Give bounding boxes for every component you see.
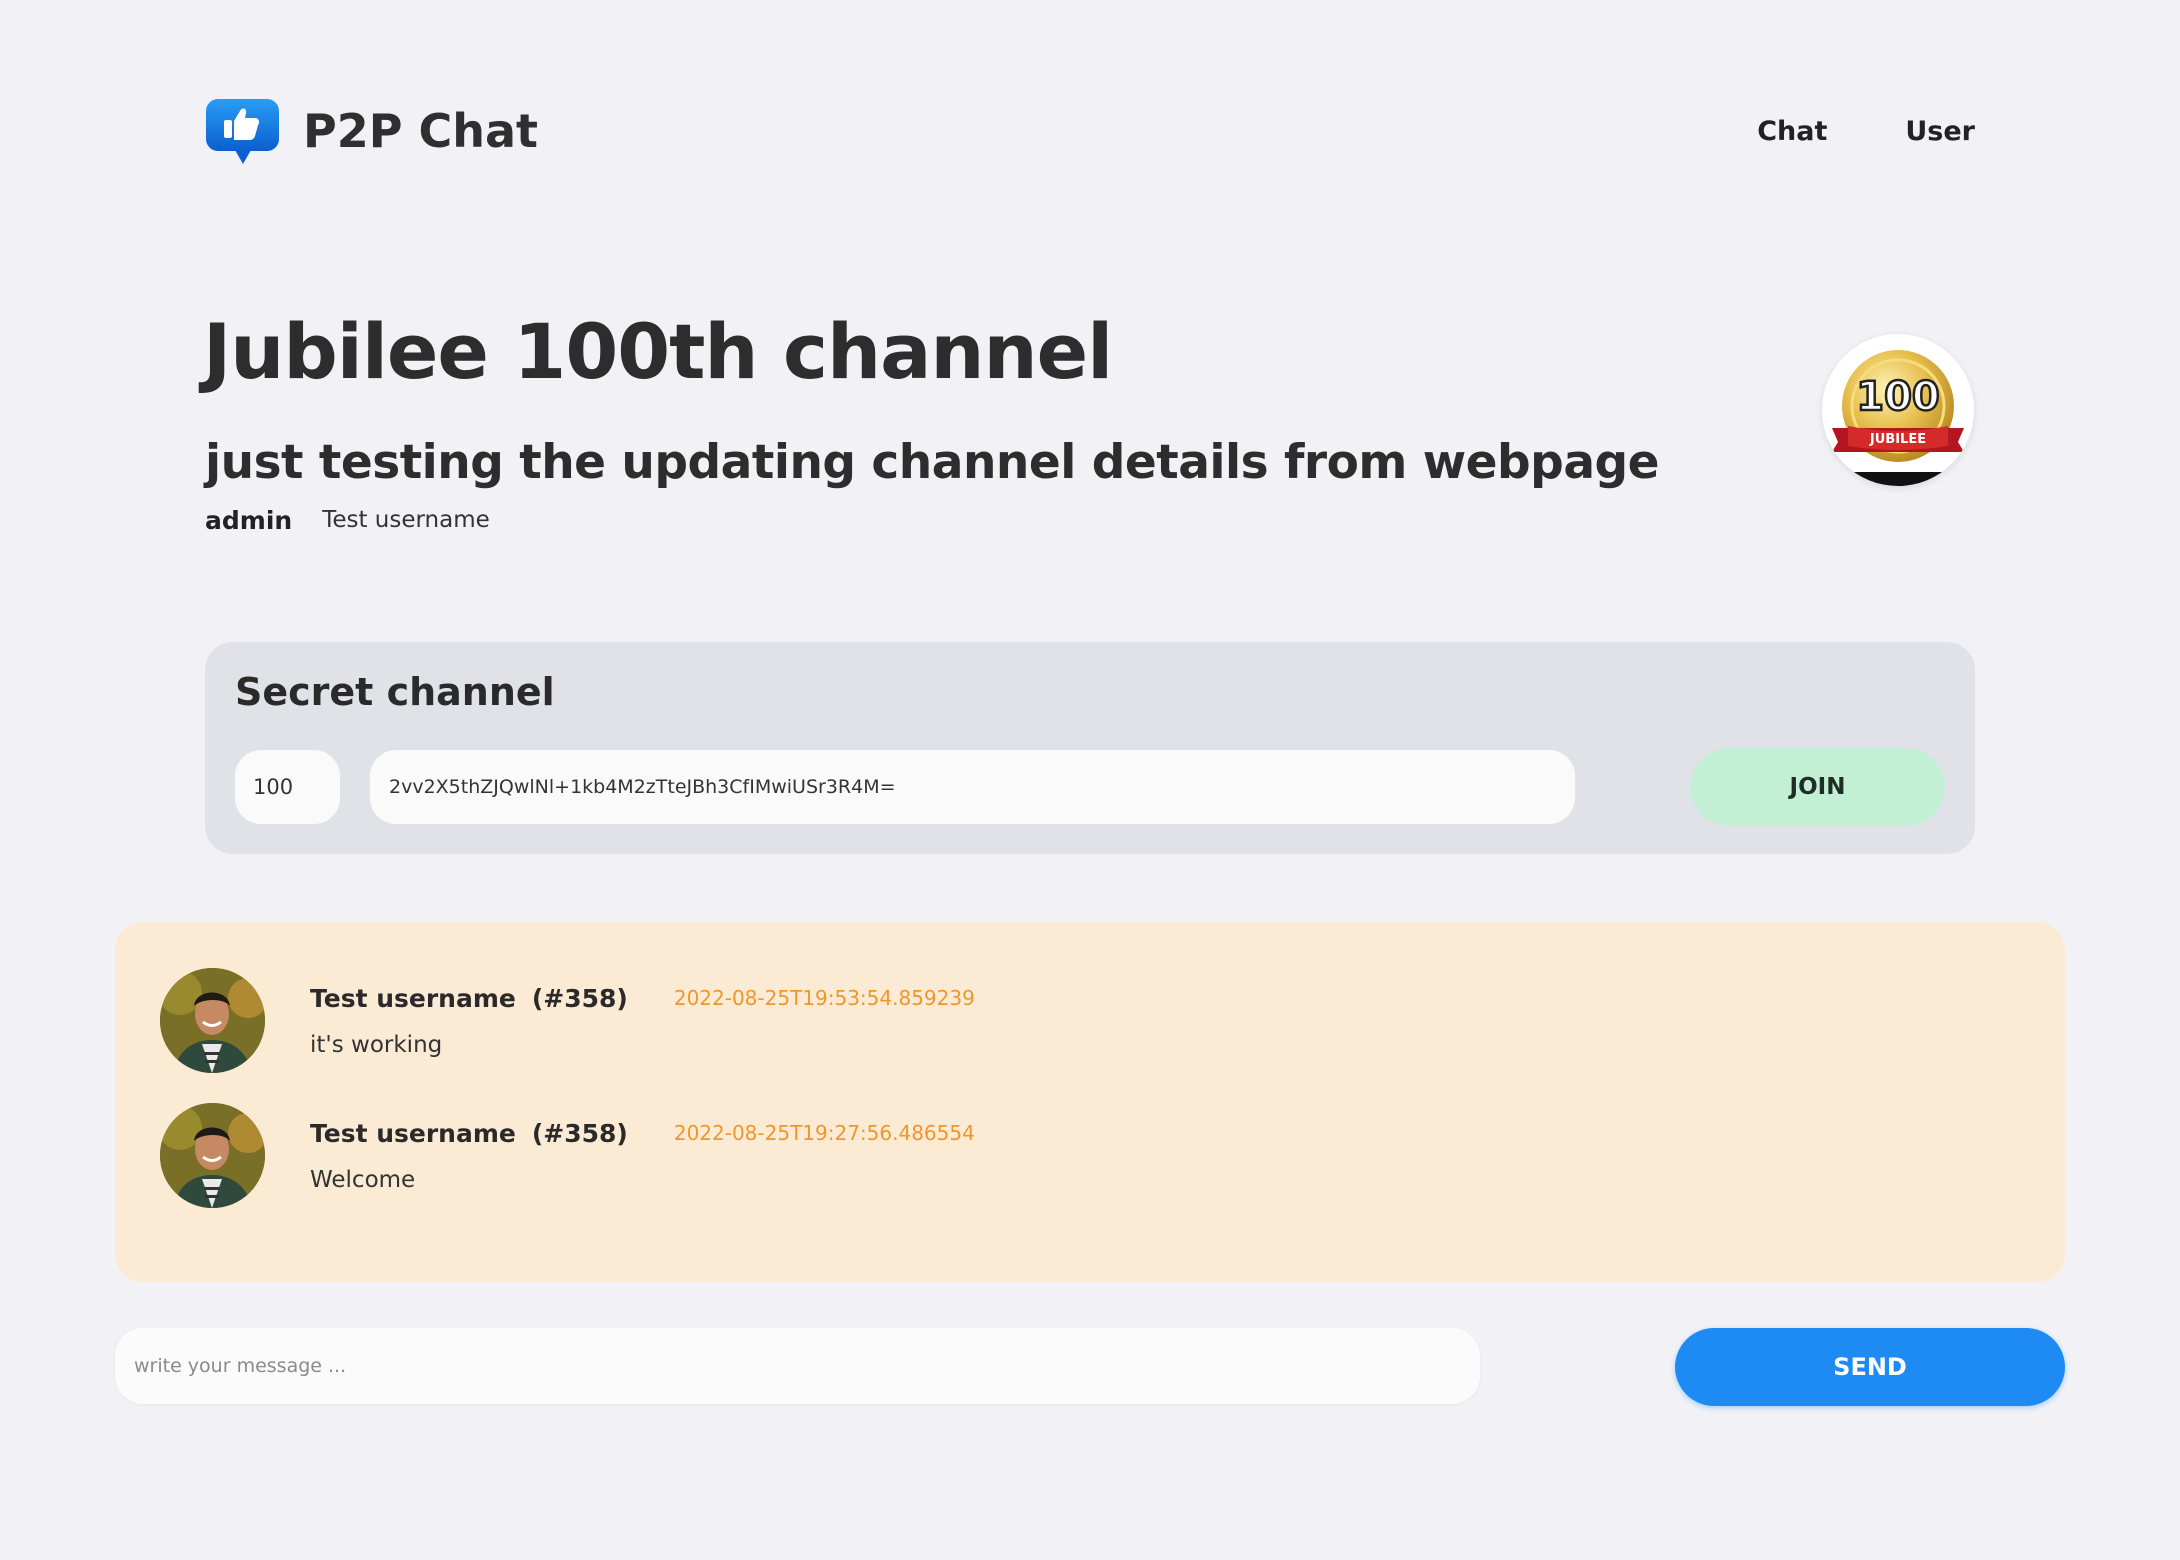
nav-chat[interactable]: Chat xyxy=(1757,116,1827,147)
svg-text:100: 100 xyxy=(1856,374,1940,420)
message-input[interactable] xyxy=(115,1328,1480,1404)
message-text: Welcome xyxy=(310,1167,416,1193)
message-header: Test username (#358) 2022-08-25T19:53:54… xyxy=(310,980,975,1016)
message-text: it's working xyxy=(310,1032,443,1058)
svg-text:JUBILEE: JUBILEE xyxy=(1869,432,1926,447)
channel-title: Jubilee 100th channel xyxy=(203,307,1113,396)
app-brand: P2P Chat xyxy=(303,104,538,158)
avatar[interactable] xyxy=(160,1103,265,1208)
channel-role: admin xyxy=(205,505,293,535)
join-button[interactable]: JOIN xyxy=(1690,748,1945,826)
channel-description: just testing the updating channel detail… xyxy=(205,435,1660,490)
message-timestamp: 2022-08-25T19:53:54.859239 xyxy=(673,986,975,1010)
secret-channel-panel: Secret channel JOIN xyxy=(205,642,1975,854)
main-nav: Chat User xyxy=(1757,96,1975,166)
avatar[interactable] xyxy=(160,968,265,1073)
message-item: Test username (#358) 2022-08-25T19:27:56… xyxy=(160,1103,2010,1213)
nav-user[interactable]: User xyxy=(1905,116,1975,147)
message-author: Test username xyxy=(310,983,516,1013)
jubilee-100-medal-icon: 100 JUBILEE xyxy=(1822,334,1974,486)
message-item: Test username (#358) 2022-08-25T19:53:54… xyxy=(160,968,2010,1078)
message-header: Test username (#358) 2022-08-25T19:27:56… xyxy=(310,1115,975,1151)
app-header: P2P Chat Chat User xyxy=(205,96,1975,166)
message-author-id: (#358) xyxy=(531,983,628,1013)
channel-owner-username: Test username xyxy=(322,507,490,533)
send-button[interactable]: SEND xyxy=(1675,1328,2065,1406)
message-timestamp: 2022-08-25T19:27:56.486554 xyxy=(673,1121,975,1145)
channel-id-field[interactable] xyxy=(235,750,340,824)
message-author-id: (#358) xyxy=(531,1118,628,1148)
secret-channel-title: Secret channel xyxy=(235,670,555,714)
message-list: Test username (#358) 2022-08-25T19:53:54… xyxy=(115,922,2065,1282)
channel-meta: admin Test username xyxy=(205,502,490,538)
message-author: Test username xyxy=(310,1118,516,1148)
channel-key-field[interactable] xyxy=(370,750,1575,824)
thumbs-up-speech-bubble-icon[interactable] xyxy=(205,98,280,166)
